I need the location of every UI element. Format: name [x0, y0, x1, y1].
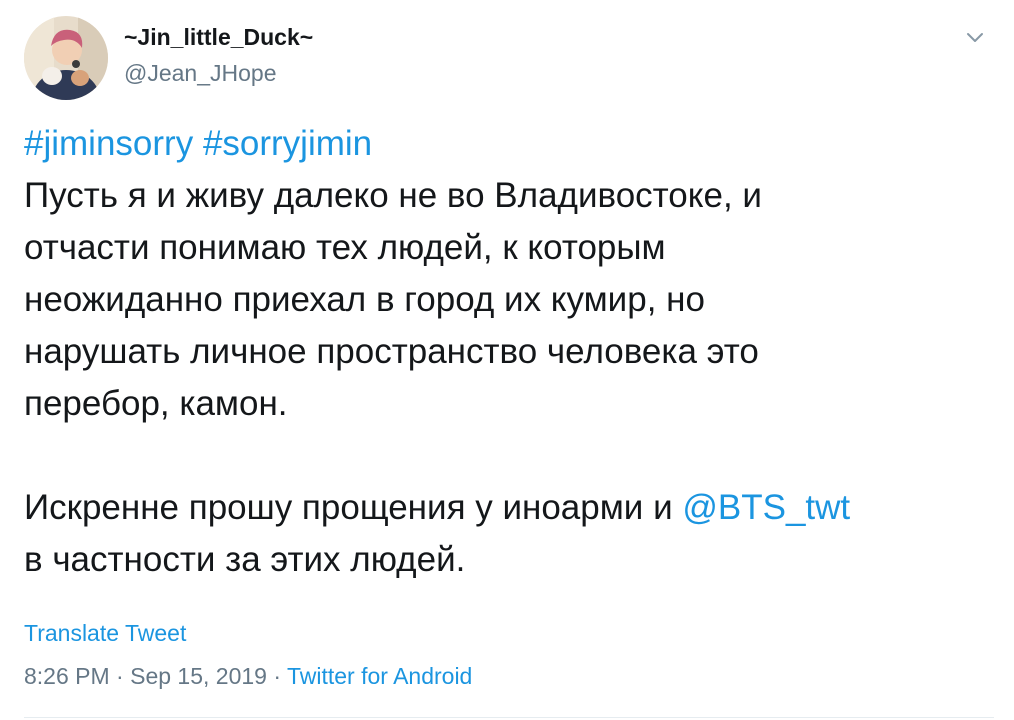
- tweet-line: перебор, камон.: [24, 384, 288, 423]
- tweet-line: Пусть я и живу далеко не во Владивостоке…: [24, 176, 762, 215]
- avatar[interactable]: [24, 16, 108, 100]
- tweet-text-segment: Искренне прошу прощения у иноарми и: [24, 488, 683, 527]
- meta-separator: ·: [109, 663, 131, 689]
- hashtag-link[interactable]: #jiminsorry: [24, 124, 193, 163]
- tweet-date[interactable]: Sep 15, 2019: [130, 663, 267, 689]
- tweet-meta: 8:26 PM · Sep 15, 2019 · Twitter for And…: [24, 663, 472, 690]
- hashtag-line: #jiminsorry #sorryjimin: [24, 118, 994, 170]
- tweet-text: #jiminsorry #sorryjimin Пусть я и живу д…: [24, 118, 994, 586]
- divider: [24, 717, 994, 718]
- tweet-card: ~Jin_little_Duck~ @Jean_JHope #jiminsorr…: [0, 0, 1014, 720]
- user-handle[interactable]: @Jean_JHope: [124, 60, 277, 87]
- paragraph-break: [24, 430, 994, 482]
- tweet-line: неожиданно приехал в город их кумир, но: [24, 280, 705, 319]
- chevron-down-icon[interactable]: [960, 24, 990, 52]
- tweet-line: отчасти понимаю тех людей, к которым: [24, 228, 666, 267]
- mention-link[interactable]: @BTS_twt: [682, 488, 850, 527]
- tweet-source-link[interactable]: Twitter for Android: [287, 663, 472, 689]
- avatar-image: [24, 16, 108, 100]
- tweet-time[interactable]: 8:26 PM: [24, 663, 110, 689]
- hashtag-link[interactable]: #sorryjimin: [203, 124, 372, 163]
- tweet-line: нарушать личное пространство человека эт…: [24, 332, 759, 371]
- tweet-line: Искренне прошу прощения у иноарми и @BTS…: [24, 482, 994, 534]
- translate-tweet-link[interactable]: Translate Tweet: [24, 620, 186, 647]
- tweet-line: в частности за этих людей.: [24, 540, 466, 579]
- meta-separator: ·: [266, 663, 287, 689]
- display-name[interactable]: ~Jin_little_Duck~: [124, 24, 313, 51]
